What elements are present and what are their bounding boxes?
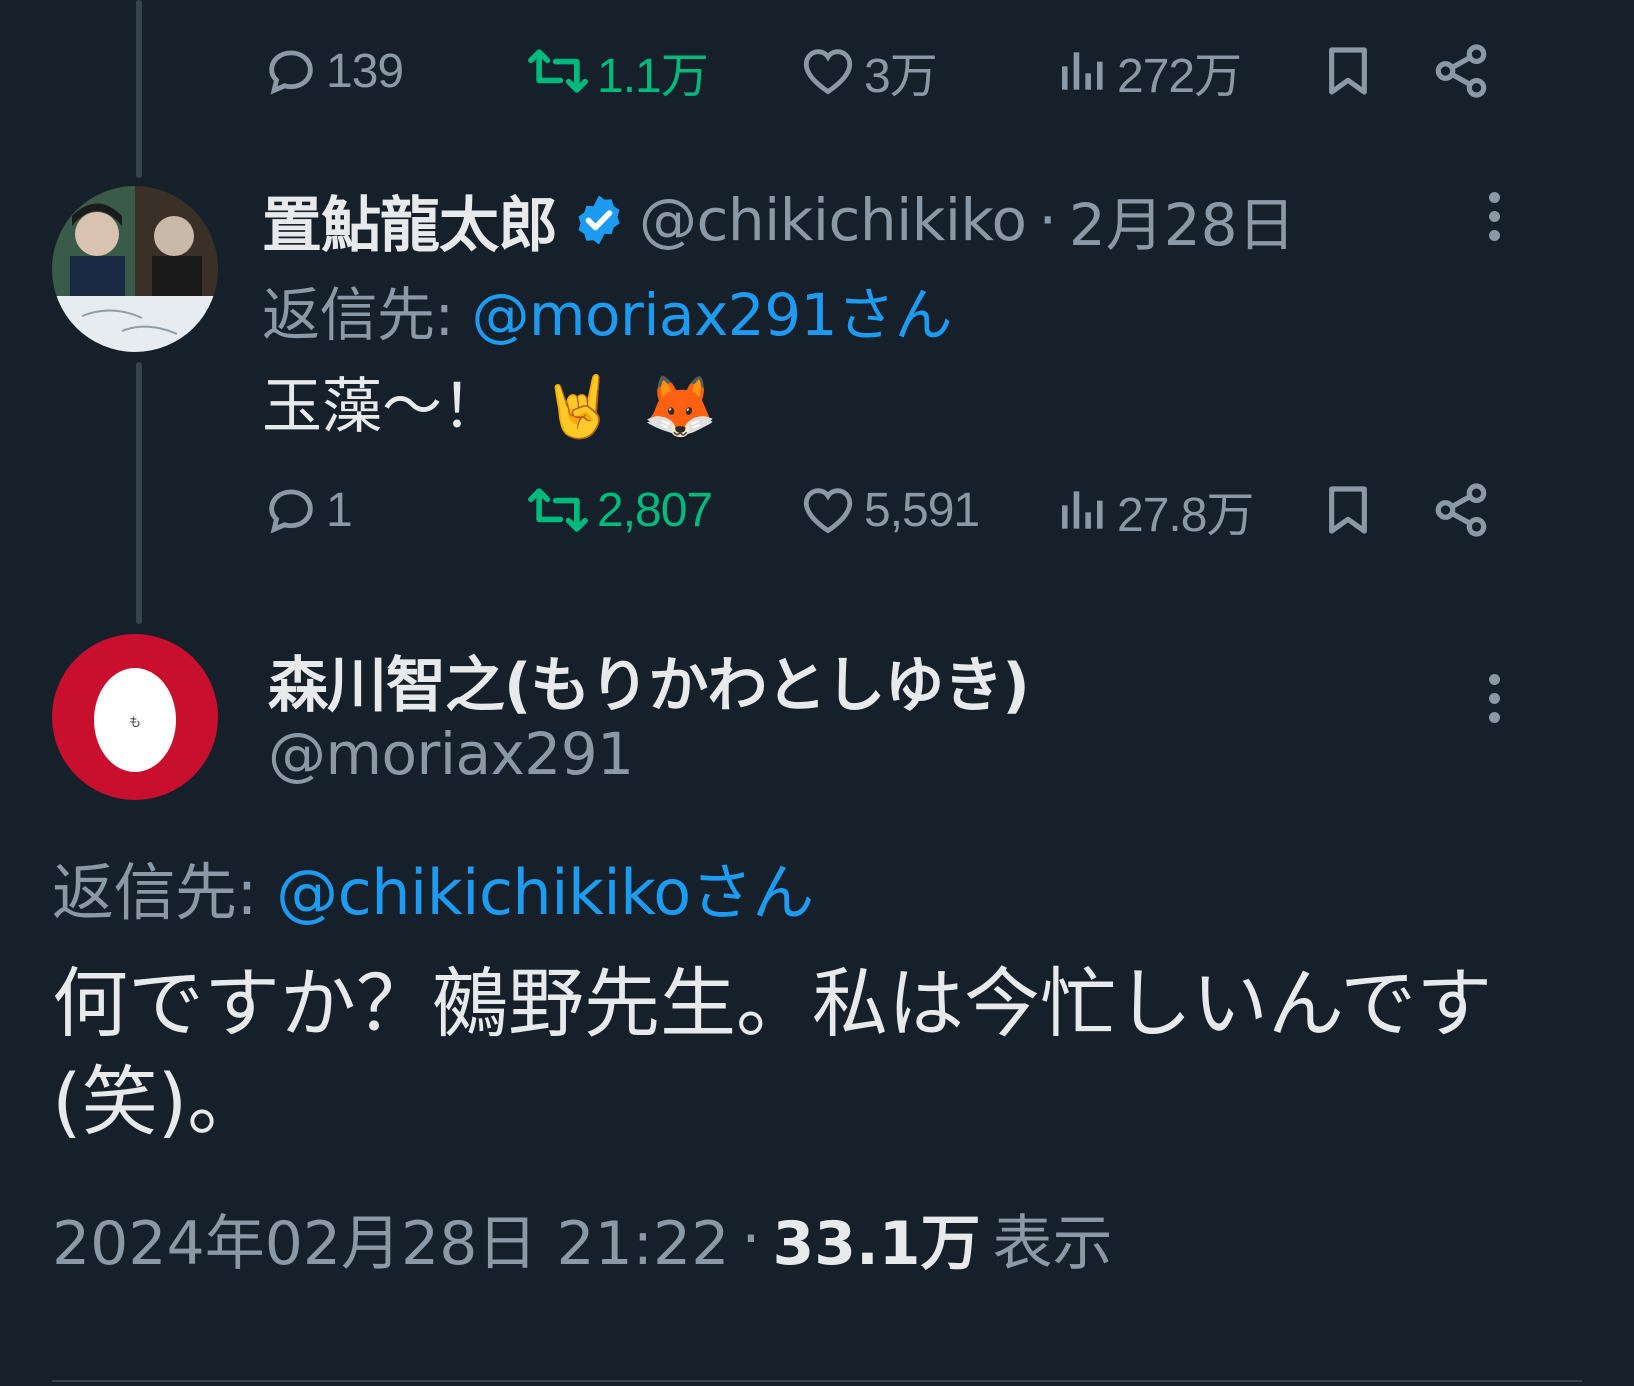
avatar-image [52, 186, 218, 352]
retweet-count: 1.1万 [597, 50, 709, 103]
main-tweet-text-line-1: 何ですか？鵺野先生。私は今忙しいんです [52, 959, 1493, 1048]
tweet-text: 玉藻〜！ 🤘 🦊 [262, 358, 718, 445]
reply-to-label: 返信先: [262, 281, 472, 349]
bookmark-button[interactable] [1320, 36, 1376, 106]
retweet-arrows-icon [528, 488, 588, 532]
display-name[interactable]: 置鮎龍太郎 [262, 177, 558, 264]
views-label: 表示 [992, 1209, 1113, 1279]
retweet-arrows-icon [528, 49, 588, 93]
share-button[interactable] [1430, 36, 1492, 106]
top-tweet-actions: 139 1.1万 3万 272万 [269, 36, 1570, 106]
handle[interactable]: @moriax291 [268, 720, 634, 788]
retweet-button[interactable]: 2,807 [525, 475, 713, 545]
avatar-moriax291[interactable]: も [52, 634, 218, 800]
bar-chart-icon [1062, 491, 1103, 529]
reply-button[interactable]: 1 [262, 475, 353, 545]
handle[interactable]: @chikichikiko [639, 186, 1027, 254]
like-count: 3万 [864, 50, 938, 103]
avatar-text: も [129, 715, 141, 729]
views-count: 272万 [1117, 50, 1242, 103]
rock-hand-emoji: 🤘 [541, 372, 616, 442]
reply-count: 1 [326, 483, 353, 537]
reply-to-label: 返信先: [52, 856, 277, 929]
reply-to-mention[interactable]: @chikichikikoさん [276, 856, 814, 929]
reply-count: 139 [326, 44, 404, 98]
separator: · [1038, 186, 1057, 254]
fox-emoji: 🦊 [642, 372, 718, 442]
bookmark-button[interactable] [1320, 475, 1376, 545]
more-vertical-icon [1488, 192, 1500, 203]
bookmark-icon [1329, 486, 1367, 534]
more-vertical-icon [1488, 674, 1500, 685]
divider [52, 1380, 1582, 1382]
main-tweet-handle-row: @moriax291 [268, 716, 634, 792]
speech-bubble-icon [269, 489, 313, 534]
reply-tweet-header: 置鮎龍太郎 @chikichikiko · 2月28日 [262, 178, 1296, 262]
reply-tweet-actions: 1 2,807 5,591 27.8万 [269, 475, 1570, 545]
share-icon [1435, 44, 1487, 98]
separator: · [741, 1203, 761, 1274]
tweet-date[interactable]: 2月28日 [1069, 178, 1296, 262]
main-tweet-text-line-2: (笑)。 [52, 1057, 264, 1146]
thread-line-top [136, 0, 142, 178]
heart-icon [803, 488, 853, 534]
reply-to-mention[interactable]: @moriax291さん [471, 281, 952, 349]
reply-button[interactable]: 139 [262, 36, 404, 106]
tweet-timestamp[interactable]: 2024年02月28日 21:22 [52, 1195, 729, 1282]
share-icon [1435, 483, 1487, 537]
bar-chart-icon [1062, 52, 1103, 90]
views-count: 27.8万 [1117, 489, 1254, 542]
like-button[interactable]: 3万 [798, 36, 938, 106]
views-button[interactable]: 27.8万 [1055, 475, 1254, 545]
more-options-button[interactable] [1484, 674, 1504, 734]
reply-to-line: 返信先: @moriax291さん [262, 268, 952, 352]
views-count: 33.1万 [772, 1209, 981, 1279]
retweet-button[interactable]: 1.1万 [525, 36, 709, 106]
heart-icon [803, 49, 853, 95]
reply-to-line: 返信先: @chikichikikoさん [52, 842, 814, 932]
verified-badge-icon [578, 195, 620, 245]
like-button[interactable]: 5,591 [798, 475, 980, 545]
retweet-count: 2,807 [597, 483, 713, 537]
main-tweet-header: 森川智之(もりかわとしゆき) [268, 640, 1030, 721]
like-count: 5,591 [864, 483, 980, 537]
views-button[interactable]: 272万 [1055, 36, 1242, 106]
avatar-chikichikiko[interactable] [52, 186, 218, 352]
speech-bubble-icon [269, 50, 313, 95]
share-button[interactable] [1430, 475, 1492, 545]
avatar-image: も [94, 668, 176, 772]
tweet-text-body: 玉藻〜！ [262, 372, 502, 442]
thread-line-middle [136, 362, 142, 624]
display-name[interactable]: 森川智之(もりかわとしゆき) [268, 637, 1030, 724]
bookmark-icon [1329, 47, 1367, 95]
more-options-button[interactable] [1484, 192, 1504, 252]
tweet-meta: 2024年02月28日 21:22 · 33.1万 表示 [52, 1195, 1113, 1282]
main-tweet-text: 何ですか？鵺野先生。私は今忙しいんです (笑)。 [52, 955, 1572, 1151]
